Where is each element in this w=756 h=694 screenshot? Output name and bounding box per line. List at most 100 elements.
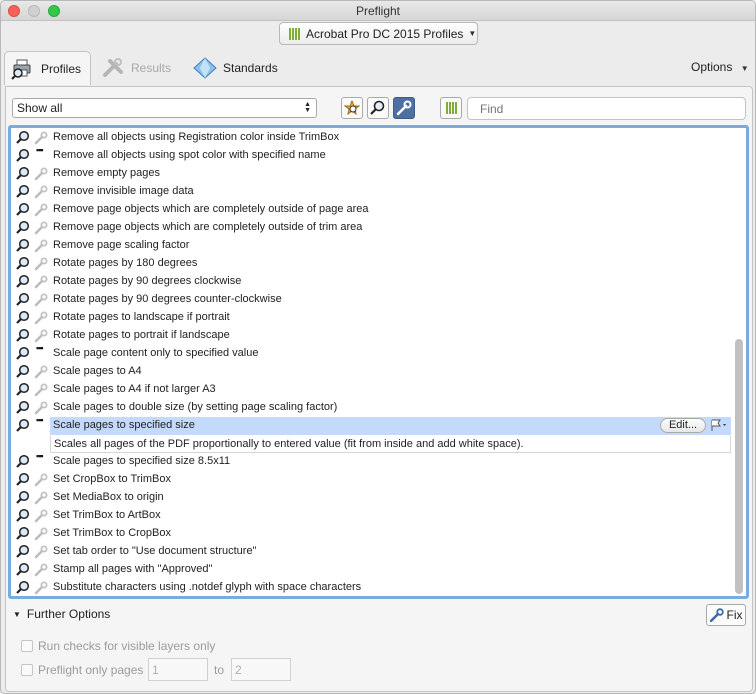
wrench-icon [34,328,48,343]
wrench-icon [34,292,48,307]
options-menu[interactable]: Options ▼ [691,60,749,74]
fixup-row[interactable]: Rotate pages by 180 degrees [11,255,733,273]
fixup-label: Remove page objects which are completely… [53,203,369,215]
preflight-window: Preflight Acrobat Pro DC 2015 Profiles ▼… [0,0,756,694]
wrench-icon [34,256,48,271]
wrench-icon [34,166,48,181]
tab-results[interactable]: Results [101,51,171,85]
fixup-row[interactable]: Set CropBox to TrimBox [11,471,733,489]
edit-button[interactable]: Edit... [660,418,706,433]
visible-layers-checkbox[interactable] [21,640,33,652]
show-fixups-and-checks-button[interactable] [341,97,363,119]
fixup-row[interactable]: Rotate pages to portrait if landscape [11,327,733,345]
visible-layers-option[interactable]: Run checks for visible layers only [21,639,215,653]
to-label: to [214,663,225,677]
wrench-icon [34,490,48,505]
magnifier-icon [16,346,30,361]
magnifier-icon [16,184,30,199]
profile-set-dropdown[interactable]: Acrobat Pro DC 2015 Profiles ▼ [279,22,478,45]
show-fixups-button[interactable] [393,97,415,119]
fixup-row[interactable]: Stamp all pages with "Approved" [11,561,733,579]
wrench-icon [34,526,48,541]
profile-set-label: Acrobat Pro DC 2015 Profiles [306,26,464,41]
fixup-row[interactable]: Remove empty pages [11,165,733,183]
fixup-row[interactable]: ▪▪▪ Scale pages to specified size 8.5x11 [11,451,733,471]
fix-label: Fix [726,608,743,622]
magnifier-icon [16,202,30,217]
page-to-field[interactable]: 2 [231,658,291,681]
fixup-row[interactable]: Remove page objects which are completely… [11,219,733,237]
fixup-label: Rotate pages by 180 degrees [53,257,198,269]
fixup-row[interactable]: Substitute characters using .notdef glyp… [11,579,733,596]
fixup-row[interactable]: ▪▪▪ Scale page content only to specified … [11,343,733,363]
fixup-row[interactable]: Rotate pages by 90 degrees counter-clock… [11,291,733,309]
magnifier-icon [16,166,30,181]
magnifier-icon [16,220,30,235]
title-bar[interactable]: Preflight [1,1,755,21]
magnifier-icon [16,310,30,325]
has-parameters-icon: ▪▪▪ [36,451,44,461]
fixup-row[interactable]: Scale pages to A4 if not larger A3 [11,381,733,399]
fixup-row[interactable]: Set MediaBox to origin [11,489,733,507]
list-scrollbar[interactable] [735,339,743,594]
further-options-label: Further Options [26,607,111,621]
magnifier-icon [16,454,30,469]
show-profiles-button[interactable] [440,97,462,119]
fixup-row[interactable]: Remove page scaling factor [11,237,733,255]
profile-bars-icon [289,27,300,40]
magnifier-icon [16,292,30,307]
fixup-label: Set TrimBox to CropBox [53,527,171,539]
fixup-row[interactable]: ▪▪▪ Remove all objects using spot color w… [11,145,733,165]
fixup-row[interactable]: ▪▪▪ Scale pages to specified size Edit... [11,415,733,435]
fixup-label: Remove all objects using Registration co… [53,131,340,143]
further-options-toggle[interactable]: ▼ Further Options [13,607,110,621]
preflight-pages-checkbox[interactable] [21,664,33,676]
fixup-row[interactable]: Rotate pages to landscape if portrait [11,309,733,327]
tab-profiles[interactable]: Profiles [4,51,91,85]
filter-value: Show all [17,101,63,115]
filter-dropdown[interactable]: Show all ▲ ▼ [12,98,317,118]
preflight-pages-option[interactable]: Preflight only pages [21,663,143,677]
wrench-icon [396,100,412,116]
magnifier-icon [16,364,30,379]
fixup-label: Scale pages to A4 [53,365,142,377]
fix-button[interactable]: Fix [706,604,746,626]
wrench-icon [34,382,48,397]
fixup-label: Scale page content only to specified val… [53,347,259,359]
wrench-icon [34,130,48,145]
fixup-label: Remove invisible image data [53,185,194,197]
show-checks-button[interactable] [367,97,389,119]
tab-standards-label: Standards [223,61,278,75]
page-from-field[interactable]: 1 [148,658,208,681]
fixup-row[interactable]: Remove all objects using Registration co… [11,129,733,147]
find-input[interactable] [467,97,746,120]
fixup-row[interactable]: Remove page objects which are completely… [11,201,733,219]
diamond-icon [193,57,217,79]
flag-menu-button[interactable] [709,418,729,433]
wrench-icon [34,364,48,379]
options-label: Options [691,60,733,74]
magnifier-icon [16,328,30,343]
flag-icon [711,419,726,431]
fixup-label: Set tab order to "Use document structure… [53,545,257,557]
wrench-icon [34,472,48,487]
fixup-row[interactable]: Scale pages to A4 [11,363,733,381]
fixup-label: Set CropBox to TrimBox [53,473,171,485]
fixup-row[interactable]: Remove invisible image data [11,183,733,201]
tab-results-label: Results [131,61,172,75]
fixup-row[interactable]: Set TrimBox to ArtBox [11,507,733,525]
fixup-row[interactable]: Set TrimBox to CropBox [11,525,733,543]
fixup-label: Scale pages to specified size 8.5x11 [53,455,231,467]
fixup-row[interactable]: Scale pages to double size (by setting p… [11,399,733,417]
fixup-list[interactable]: Substitute characters using .notdef glyp… [8,125,749,599]
window-title: Preflight [355,4,401,18]
fixup-row[interactable]: Rotate pages by 90 degrees clockwise [11,273,733,291]
magnifier-icon [16,256,30,271]
fixup-label: Substitute characters using .notdef glyp… [53,581,362,593]
fixup-row[interactable]: Set tab order to "Use document structure… [11,543,733,561]
magnifier-icon [16,382,30,397]
fixup-label: Remove page objects which are completely… [53,221,363,233]
printer-magnifier-icon [11,59,31,80]
fixup-description: Scales all pages of the PDF proportional… [50,436,731,453]
tab-standards[interactable]: Standards [193,51,278,85]
